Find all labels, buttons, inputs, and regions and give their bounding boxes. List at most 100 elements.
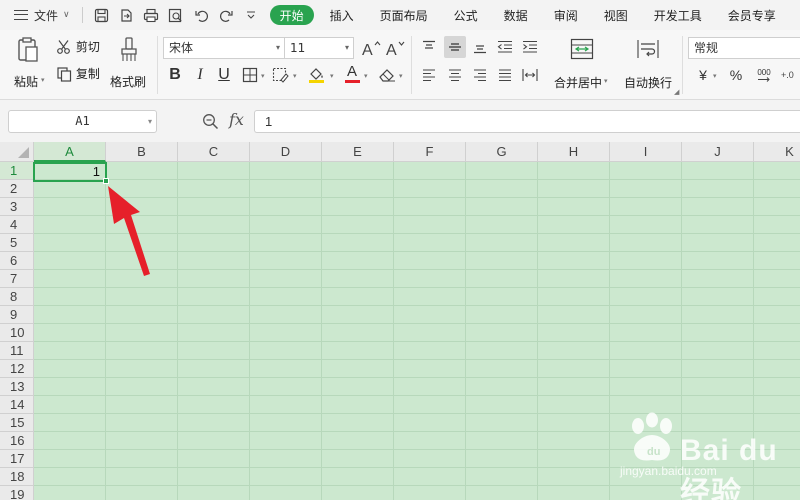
- align-left-icon: [423, 69, 435, 82]
- column-header-i[interactable]: I: [610, 142, 682, 162]
- copy-button[interactable]: 复制: [56, 65, 100, 83]
- row-header[interactable]: 19: [0, 486, 33, 500]
- tab-data[interactable]: 数据: [494, 5, 538, 25]
- increase-indent-button[interactable]: [519, 36, 541, 58]
- tab-formulas[interactable]: 公式: [444, 5, 488, 25]
- row-header[interactable]: 11: [0, 342, 33, 360]
- tab-insert[interactable]: 插入: [320, 5, 364, 25]
- chevron-down-icon[interactable]: ▾: [261, 72, 265, 80]
- column-header-b[interactable]: B: [106, 142, 178, 162]
- export-icon[interactable]: [114, 4, 139, 26]
- row-header[interactable]: 4: [0, 216, 33, 234]
- cell-style-icon: [272, 67, 289, 83]
- tab-home[interactable]: 开始: [269, 5, 314, 25]
- insert-function-button[interactable]: fx: [229, 110, 244, 129]
- row-header[interactable]: 16: [0, 432, 33, 450]
- save-icon[interactable]: [89, 4, 114, 26]
- divider: [81, 7, 83, 23]
- align-right-button[interactable]: [469, 64, 491, 86]
- alignment-dialog-launcher[interactable]: ◢: [674, 88, 679, 96]
- row-header[interactable]: 1: [0, 162, 33, 180]
- active-cell-a1[interactable]: 1: [33, 162, 107, 182]
- row-header[interactable]: 13: [0, 378, 33, 396]
- thousands-separator-button[interactable]: 000: [751, 64, 777, 86]
- formula-input[interactable]: 1: [254, 110, 800, 133]
- italic-button[interactable]: I: [189, 64, 211, 86]
- decrease-font-size-button[interactable]: A: [384, 37, 406, 59]
- row-header[interactable]: 17: [0, 450, 33, 468]
- justify-button[interactable]: [494, 64, 516, 86]
- font-name-select[interactable]: 宋体 ▾: [163, 37, 285, 59]
- tab-review[interactable]: 审阅: [544, 5, 588, 25]
- row-header[interactable]: 3: [0, 198, 33, 216]
- row-header[interactable]: 5: [0, 234, 33, 252]
- align-middle-button[interactable]: [444, 36, 466, 58]
- redo-icon[interactable]: [214, 4, 239, 26]
- tab-member[interactable]: 会员专享: [718, 5, 786, 25]
- align-bottom-button[interactable]: [469, 36, 491, 58]
- tab-page-layout[interactable]: 页面布局: [370, 5, 438, 25]
- chevron-down-icon[interactable]: ▾: [293, 72, 297, 80]
- row-header[interactable]: 2: [0, 180, 33, 198]
- bold-button[interactable]: B: [164, 64, 186, 86]
- wrap-text-button[interactable]: 自动换行: [622, 36, 674, 96]
- font-size-select[interactable]: 11 ▾: [284, 37, 354, 59]
- increase-font-size-button[interactable]: A: [360, 37, 382, 59]
- chevron-down-icon[interactable]: ▾: [364, 72, 368, 80]
- undo-icon[interactable]: [189, 4, 214, 26]
- tab-developer[interactable]: 开发工具: [644, 5, 712, 25]
- fill-color-button[interactable]: [306, 64, 328, 86]
- chevron-down-icon[interactable]: ▾: [713, 72, 717, 80]
- paste-button[interactable]: 粘贴 ▾: [14, 36, 45, 96]
- align-left-button[interactable]: [418, 64, 440, 86]
- brush-icon: [121, 37, 137, 61]
- zoom-icon[interactable]: [202, 113, 219, 134]
- column-header-j[interactable]: J: [682, 142, 754, 162]
- font-color-button[interactable]: A: [341, 63, 363, 85]
- borders-button[interactable]: [239, 64, 261, 86]
- align-center-button[interactable]: [444, 64, 466, 86]
- currency-button[interactable]: ¥: [692, 64, 714, 86]
- chevron-down-icon[interactable]: ▾: [330, 72, 334, 80]
- formula-bar: A1 ▾ fx 1: [0, 100, 800, 142]
- select-all-button[interactable]: [0, 142, 34, 162]
- distributed-align-button[interactable]: [519, 64, 541, 86]
- file-menu[interactable]: 文件 ∨: [0, 0, 70, 30]
- increase-decimal-button[interactable]: +.0: [780, 64, 800, 86]
- column-header-h[interactable]: H: [538, 142, 610, 162]
- column-header-d[interactable]: D: [250, 142, 322, 162]
- customize-toolbar-icon[interactable]: [239, 4, 264, 26]
- row-header[interactable]: 9: [0, 306, 33, 324]
- row-header[interactable]: 12: [0, 360, 33, 378]
- row-header[interactable]: 14: [0, 396, 33, 414]
- merge-center-button[interactable]: 合并居中 ▾: [552, 36, 612, 96]
- chevron-down-icon[interactable]: ▾: [399, 72, 403, 80]
- column-header-e[interactable]: E: [322, 142, 394, 162]
- tab-view[interactable]: 视图: [594, 5, 638, 25]
- align-top-button[interactable]: [418, 36, 440, 58]
- row-header[interactable]: 7: [0, 270, 33, 288]
- column-header-c[interactable]: C: [178, 142, 250, 162]
- row-header[interactable]: 8: [0, 288, 33, 306]
- column-header-g[interactable]: G: [466, 142, 538, 162]
- align-top-icon: [423, 40, 435, 49]
- row-header[interactable]: 10: [0, 324, 33, 342]
- clear-format-button[interactable]: [376, 64, 398, 86]
- format-painter-button[interactable]: 格式刷: [110, 36, 150, 96]
- chevron-down-icon: ▾: [604, 77, 608, 85]
- row-header[interactable]: 6: [0, 252, 33, 270]
- print-preview-icon[interactable]: [164, 4, 189, 26]
- column-header-a[interactable]: A: [34, 142, 106, 162]
- fill-pattern-button[interactable]: [270, 64, 292, 86]
- name-box[interactable]: A1 ▾: [8, 110, 157, 133]
- decrease-indent-button[interactable]: [494, 36, 516, 58]
- column-header-f[interactable]: F: [394, 142, 466, 162]
- cut-button[interactable]: 剪切: [56, 38, 100, 56]
- print-icon[interactable]: [139, 4, 164, 26]
- row-header[interactable]: 18: [0, 468, 33, 486]
- row-header[interactable]: 15: [0, 414, 33, 432]
- number-format-select[interactable]: 常规: [688, 37, 800, 59]
- percent-button[interactable]: %: [725, 64, 747, 86]
- column-header-k[interactable]: K: [754, 142, 800, 162]
- underline-button[interactable]: U: [213, 64, 235, 86]
